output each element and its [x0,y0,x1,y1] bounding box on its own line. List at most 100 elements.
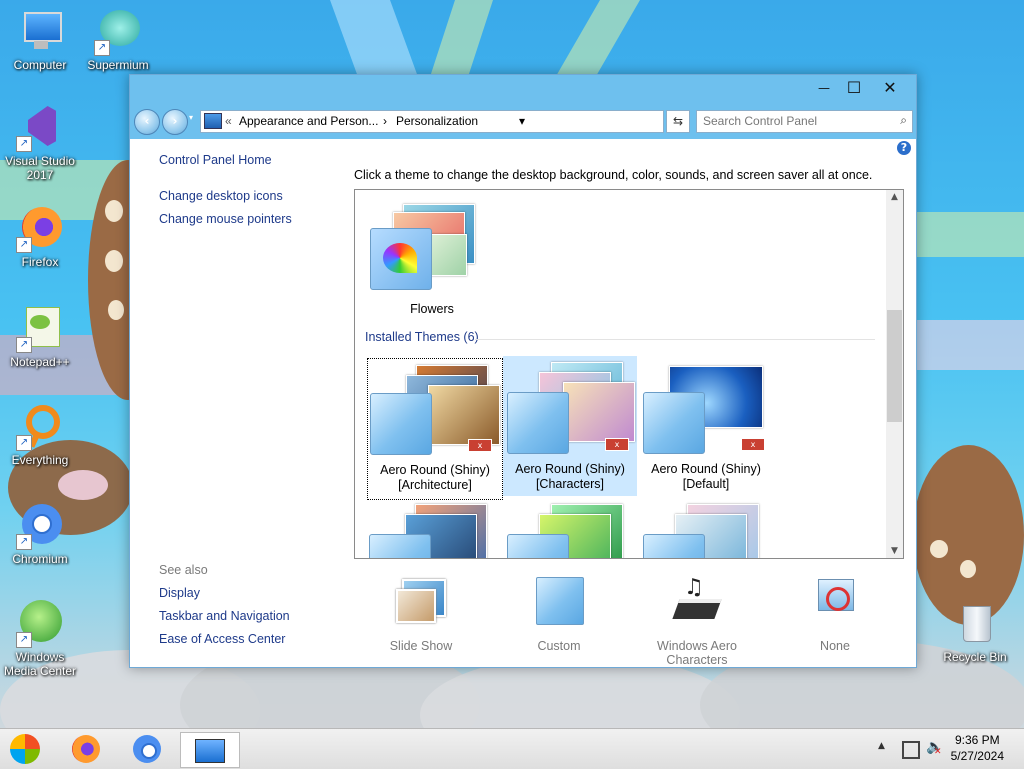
desktop-icon-label: Computer [13,58,67,72]
breadcrumb-personalization[interactable]: Personalization [396,114,478,128]
theme-aero-default[interactable]: x Aero Round (Shiny) [Default] [639,356,773,496]
shell-spot [930,540,948,558]
search-placeholder: Search Control Panel [703,114,818,128]
desktop-icon-supermium[interactable]: ↗ Supermium [78,8,158,72]
maximize-button[interactable]: ☐ [836,77,872,99]
forward-button[interactable]: › [162,109,188,135]
intro-text: Click a theme to change the desktop back… [354,168,873,182]
scroll-down-icon[interactable]: ▼ [886,546,903,556]
control-panel-home-link[interactable]: Control Panel Home [159,153,272,167]
address-bar[interactable]: « Appearance and Person... › Personaliza… [200,110,664,133]
close-button[interactable]: ✕ [872,77,908,99]
shell-spot [108,300,124,320]
taskbar-firefox[interactable] [66,732,106,766]
help-icon[interactable]: ? [897,141,911,155]
search-input[interactable]: Search Control Panel ⌕ [696,110,913,133]
desktop-icon-label: Supermium [87,58,149,72]
desktop-icon-chromium[interactable]: ↗ Chromium [0,502,80,566]
chromium-center [141,743,157,759]
sounds-icon: ♫ [672,575,722,625]
theme-name: Flowers [410,302,454,316]
sounds-label: Windows Aero Characters [657,639,737,667]
divider [475,339,875,340]
change-mouse-pointers-link[interactable]: Change mouse pointers [159,212,292,226]
custom-option[interactable]: Custom [489,575,629,653]
taskbar-control-panel[interactable] [180,732,240,768]
window-color-preview [507,392,569,454]
desktop-icon-media-center[interactable]: ↗ Windows Media Center [0,600,80,678]
show-hidden-icons-chevron[interactable]: ▲ [878,741,885,751]
clock-date: 5/27/2024 [950,749,1004,763]
clock-time: 9:36 PM [954,733,1000,747]
theme-preview-image [428,385,500,445]
search-icon[interactable]: ⌕ [900,113,907,128]
ease-of-access-link[interactable]: Ease of Access Center [159,632,285,646]
chromium-icon: ↗ [16,502,64,550]
custom-label: Custom [537,639,581,653]
breadcrumb-appearance[interactable]: Appearance and Person... [239,114,378,128]
breadcrumb-overflow[interactable]: « [225,114,232,128]
taskbar: ▲ 🔈 ✕ 9:36 PM 5/27/2024 [0,728,1024,769]
wallpaper-ray [429,0,493,80]
theme-subtitle: [Architecture] [398,478,472,492]
control-panel-icon [204,113,222,129]
theme-partial[interactable] [639,500,773,558]
shell-spot [105,250,123,272]
taskbar-navigation-link[interactable]: Taskbar and Navigation [159,609,290,623]
display-link[interactable]: Display [159,586,200,600]
window-color-preview [370,393,432,455]
theme-aero-characters[interactable]: x Aero Round (Shiny) [Characters] [503,356,637,496]
refresh-button[interactable]: ⇆ [666,110,690,133]
network-icon[interactable] [902,741,920,759]
title-bar[interactable]: — ☐ ✕ ‹ › ▾ « Appearance and Person... ›… [130,75,916,139]
theme-flowers[interactable]: Flowers [365,194,499,334]
window-color-preview [507,534,569,558]
screen-saver-none-icon [810,575,860,625]
change-desktop-icons-link[interactable]: Change desktop icons [159,189,283,203]
clock[interactable]: 9:36 PM 5/27/2024 [951,732,1004,764]
slide-show-label: Slide Show [389,639,453,653]
taskbar-chromium[interactable] [127,732,167,766]
shortcut-arrow-icon: ↗ [16,632,32,648]
theme-list[interactable]: Flowers Installed Themes (6) x Aero Roun… [354,189,904,559]
screen-saver-none-option[interactable]: None [765,575,905,653]
installed-themes-heading: Installed Themes (6) [365,330,479,344]
desktop-icon-label: Firefox [21,255,59,269]
desktop-icon-notepadpp[interactable]: ↗ Notepad++ [0,305,80,369]
turtle-shell [913,445,1024,625]
back-button[interactable]: ‹ [134,109,160,135]
windows-aero-characters-option[interactable]: ♫ Windows Aero Characters [627,575,767,667]
start-button[interactable] [6,732,46,766]
desktop-icon-label: Recycle Bin [943,650,1007,664]
supermium-icon: ↗ [94,8,142,56]
desktop-icon-recycle-bin[interactable]: Recycle Bin [935,600,1015,664]
wallpaper-ray [915,320,1024,370]
desktop-icon-firefox[interactable]: ↗ Firefox [0,205,80,269]
turtle-eye [58,470,108,500]
theme-list-scrollbar[interactable]: ▲ ▼ [886,190,903,558]
desktop-icon-visual-studio[interactable]: ↗ Visual Studio 2017 [0,104,80,182]
slide-show-icon [396,575,446,625]
control-panel-icon [195,739,225,763]
firefox-icon: ↗ [16,205,64,253]
scrollbar-thumb[interactable] [887,310,902,422]
breadcrumb-separator[interactable]: › [383,114,387,128]
wallpaper-ray [330,0,420,80]
windows-logo-icon [10,734,40,764]
theme-partial[interactable] [503,500,637,558]
recent-pages-chevron-icon[interactable]: ▾ [189,113,193,122]
desktop-icon-label: Chromium [12,552,68,566]
theme-aero-architecture[interactable]: x Aero Round (Shiny) [Architecture] [367,358,503,500]
slide-show-option[interactable]: Slide Show [351,575,491,653]
theme-close-preview-icon: x [605,438,629,451]
color-swatch-icon [370,228,432,290]
desktop-icon-computer[interactable]: Computer [0,8,80,72]
shell-spot [105,200,123,222]
desktop-icon-everything[interactable]: ↗ Everything [0,403,80,467]
theme-name: Aero Round (Shiny) [651,462,761,476]
address-dropdown-icon[interactable]: ▾ [519,114,525,128]
notepadpp-icon: ↗ [16,305,64,353]
scroll-up-icon[interactable]: ▲ [886,192,903,202]
theme-partial[interactable] [367,500,501,558]
window-color-preview [643,534,705,558]
